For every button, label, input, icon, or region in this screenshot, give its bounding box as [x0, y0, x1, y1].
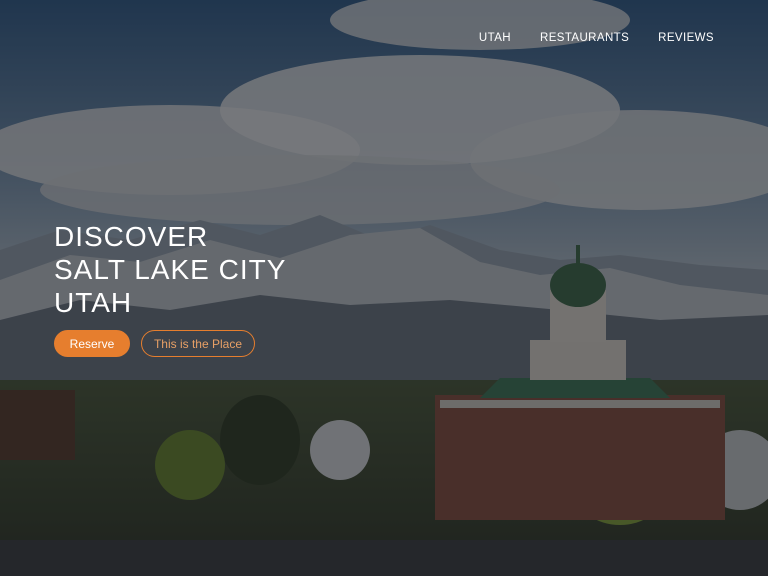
- headline-line-3: UTAH: [54, 287, 133, 318]
- headline-line-1: DISCOVER: [54, 221, 209, 252]
- reserve-button[interactable]: Reserve: [54, 330, 130, 357]
- this-is-the-place-button[interactable]: This is the Place: [141, 330, 255, 357]
- headline-line-2: SALT LAKE CITY: [54, 254, 287, 285]
- hero-buttons: Reserve This is the Place: [54, 330, 255, 357]
- nav-item-reviews[interactable]: REVIEWS: [658, 32, 714, 44]
- nav-item-utah[interactable]: UTAH: [479, 32, 511, 44]
- nav-item-restaurants[interactable]: RESTAURANTS: [540, 32, 629, 44]
- hero-headline: DISCOVER SALT LAKE CITY UTAH: [54, 220, 286, 319]
- top-nav: UTAH RESTAURANTS REVIEWS: [479, 32, 714, 44]
- hero-section: UTAH RESTAURANTS REVIEWS DISCOVER SALT L…: [0, 0, 768, 576]
